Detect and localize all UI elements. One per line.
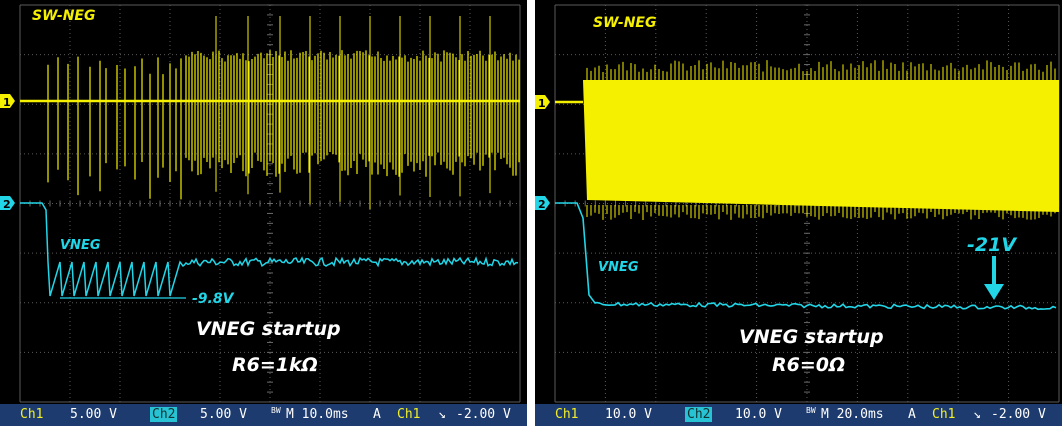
ch2-trace-label: VNEG <box>60 238 101 253</box>
status-bar: Ch1 10.0 V Ch2 10.0 V BW M 20.0ms A Ch1 … <box>535 404 1062 426</box>
ch2-scale: 10.0 V <box>735 407 782 422</box>
ch2-scale: 5.00 V <box>200 407 247 422</box>
ch1-scale: 10.0 V <box>605 407 652 422</box>
ch2-tag: Ch2 <box>685 407 713 422</box>
vneg-level-label: -9.8V <box>192 291 234 307</box>
acq-mode: A <box>373 407 381 422</box>
ch2-marker-number: 2 <box>3 198 11 211</box>
trigger-slope-icon: ↘ <box>973 407 981 422</box>
scope-right: 1 2 SW-NEG VNEG -21V VNEG startup R6=0Ω C… <box>535 0 1062 426</box>
caption-line2: R6=1kΩ <box>232 354 318 376</box>
ch1-marker-number: 1 <box>538 97 546 110</box>
vneg-arrow-icon <box>984 284 1004 300</box>
ch1-marker-number: 1 <box>3 96 11 109</box>
timebase: M 10.0ms <box>286 407 349 422</box>
sw-neg-trace <box>47 50 520 200</box>
trigger-level: -2.00 V <box>991 407 1046 422</box>
sw-neg-spikes <box>215 16 491 210</box>
trigger-level: -2.00 V <box>456 407 511 422</box>
acq-mode: A <box>908 407 916 422</box>
trigger-slope-icon: ↘ <box>438 407 446 422</box>
ch1-trace-label: SW-NEG <box>32 8 96 24</box>
ch1-tag: Ch1 <box>20 407 44 422</box>
scope-left-plot: 12 <box>0 4 521 403</box>
trigger-source: Ch1 <box>932 407 956 422</box>
ch1-tag: Ch1 <box>555 407 579 422</box>
ch2-marker-number: 2 <box>538 198 546 211</box>
caption-line1: VNEG startup <box>739 326 884 348</box>
ch2-tag: Ch2 <box>150 407 178 422</box>
ch1-trace-label: SW-NEG <box>593 15 657 31</box>
caption-line2: R6=0Ω <box>772 354 846 376</box>
caption-line1: VNEG startup <box>196 318 341 340</box>
sw-neg-band <box>583 80 1059 212</box>
bw-flag: BW <box>271 406 281 415</box>
timebase: M 20.0ms <box>821 407 884 422</box>
trigger-source: Ch1 <box>397 407 421 422</box>
ch2-trace-label: VNEG <box>598 260 639 275</box>
scope-left: 12 SW-NEG VNEG -9.8V VNEG startup R6=1kΩ… <box>0 0 527 426</box>
status-bar: Ch1 5.00 V Ch2 5.00 V BW M 10.0ms A Ch1 … <box>0 404 527 426</box>
vneg-trace <box>555 202 1057 311</box>
ch1-scale: 5.00 V <box>70 407 117 422</box>
bw-flag: BW <box>806 406 816 415</box>
vneg-level-label: -21V <box>967 234 1017 256</box>
